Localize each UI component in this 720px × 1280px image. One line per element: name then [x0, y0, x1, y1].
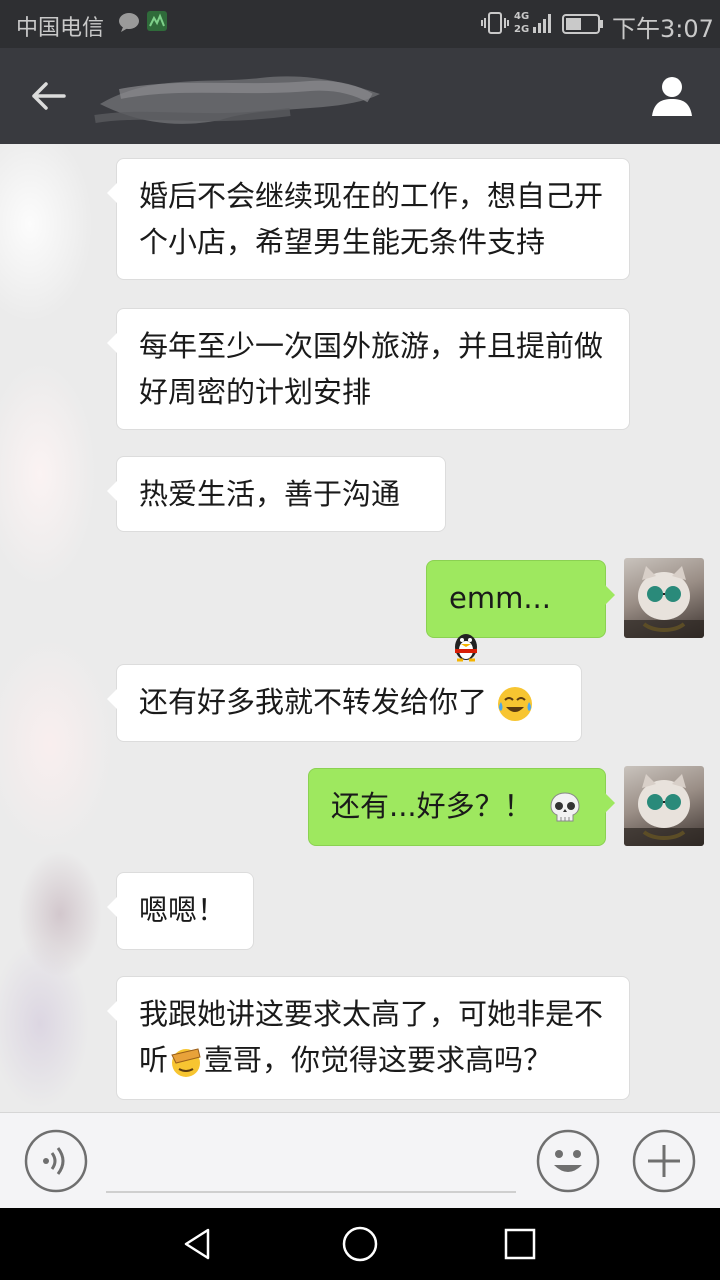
message-text: emm...: [449, 581, 551, 615]
message-input[interactable]: [106, 1191, 516, 1193]
message-bubble-received[interactable]: 每年至少一次国外旅游，并且提前做好周密的计划安排: [107, 308, 630, 430]
crying-laughing-emoji: [498, 687, 533, 721]
skull-emoji: [550, 792, 580, 822]
status-bar: 中国电信 4G 2G 下午3:07: [0, 0, 720, 48]
contact-name-redacted: [94, 76, 380, 124]
message-notification-icon: [119, 13, 139, 32]
message-bubble-received[interactable]: 我跟她讲这要求太高了，可她非是不听 壹哥，你觉得这要求高吗？: [107, 976, 630, 1100]
privacy-smudge: [0, 144, 170, 1112]
person-icon[interactable]: [648, 72, 696, 120]
message-bubble-sent[interactable]: 还有...好多？！: [308, 768, 615, 846]
message-bubble-sent[interactable]: emm...: [426, 560, 615, 662]
nav-home-icon[interactable]: [340, 1224, 380, 1264]
plus-icon[interactable]: [632, 1129, 696, 1193]
carrier-name: 中国电信: [16, 16, 105, 41]
nav-back-icon[interactable]: [180, 1226, 216, 1262]
cat-avatar-image: [624, 774, 704, 846]
facepalm-emoji: [171, 1048, 201, 1077]
system-nav-bar: [0, 1208, 720, 1280]
back-arrow-icon[interactable]: [26, 76, 70, 116]
message-text: 婚后不会继续现在的工作，想自己开个小店，希望男生能无条件支持: [139, 179, 604, 259]
my-avatar[interactable]: [624, 766, 704, 846]
qq-penguin-emoji: [455, 634, 477, 662]
nav-recent-icon[interactable]: [502, 1226, 538, 1262]
message-bubble-received[interactable]: 嗯嗯！: [107, 872, 254, 950]
input-bar: [0, 1112, 720, 1209]
vibrate-icon: [481, 12, 509, 34]
smiley-icon[interactable]: [536, 1129, 600, 1193]
network-type: 4G 2G: [514, 11, 530, 35]
message-bubble-received[interactable]: 还有好多我就不转发给你了: [107, 664, 582, 742]
message-bubble-received[interactable]: 婚后不会继续现在的工作，想自己开个小店，希望男生能无条件支持: [107, 158, 630, 280]
cat-avatar-image: [624, 566, 704, 638]
message-text-part-2: 壹哥，你觉得这要求高吗？: [204, 1043, 553, 1077]
message-text: 还有...好多？！: [331, 789, 533, 823]
chat-messages[interactable]: 婚后不会继续现在的工作，想自己开个小店，希望男生能无条件支持 每年至少一次国外旅…: [0, 144, 720, 1112]
clock: 下午3:07: [612, 15, 714, 43]
message-text: 热爱生活，善于沟通: [139, 477, 401, 511]
message-text: 还有好多我就不转发给你了: [139, 685, 488, 719]
signal-icon: [533, 14, 551, 33]
voice-icon[interactable]: [24, 1129, 88, 1193]
message-text: 每年至少一次国外旅游，并且提前做好周密的计划安排: [139, 329, 604, 409]
chat-header: [0, 48, 720, 144]
message-text: 嗯嗯！: [139, 893, 227, 927]
app-notification-icon: [147, 11, 167, 31]
message-bubble-received[interactable]: 热爱生活，善于沟通: [107, 456, 446, 532]
battery-icon: [562, 14, 603, 34]
my-avatar[interactable]: [624, 558, 704, 638]
